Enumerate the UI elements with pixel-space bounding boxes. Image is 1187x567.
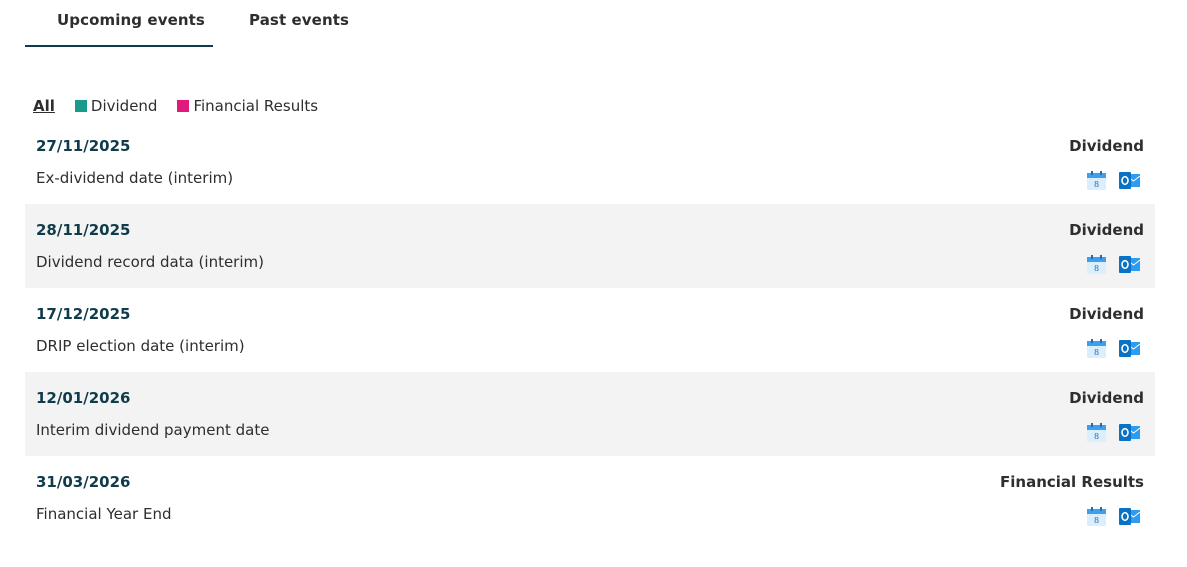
tab-past-events[interactable]: Past events (249, 11, 349, 29)
active-tab-indicator (25, 45, 213, 47)
dividend-swatch (74, 100, 87, 112)
svg-text:8: 8 (1094, 432, 1099, 441)
svg-text:8: 8 (1094, 264, 1099, 273)
event-row: 17/12/2025 DRIP election date (interim) … (25, 288, 1155, 372)
ical-calendar-icon[interactable]: 8 (1086, 338, 1107, 359)
event-date: 27/11/2025 (36, 137, 131, 155)
event-list: 27/11/2025 Ex-dividend date (interim) Di… (25, 120, 1155, 540)
event-category: Financial Results (1000, 473, 1144, 491)
ical-calendar-icon[interactable]: 8 (1086, 506, 1107, 527)
ical-calendar-icon[interactable]: 8 (1086, 170, 1107, 191)
event-category: Dividend (1069, 305, 1144, 323)
svg-text:8: 8 (1094, 348, 1099, 357)
filter-dividend-label: Dividend (90, 97, 158, 115)
event-actions: 8 (1086, 254, 1140, 275)
event-row: 28/11/2025 Dividend record data (interim… (25, 204, 1155, 288)
event-tabs: Upcoming events Past events (25, 0, 425, 48)
outlook-icon[interactable] (1119, 254, 1140, 275)
outlook-icon[interactable] (1119, 338, 1140, 359)
event-title: Interim dividend payment date (36, 421, 270, 439)
event-title: Dividend record data (interim) (36, 253, 264, 271)
outlook-icon[interactable] (1119, 422, 1140, 443)
svg-text:8: 8 (1094, 516, 1099, 525)
ical-calendar-icon[interactable]: 8 (1086, 422, 1107, 443)
event-date: 17/12/2025 (36, 305, 131, 323)
event-date: 31/03/2026 (36, 473, 131, 491)
event-title: DRIP election date (interim) (36, 337, 245, 355)
filter-financial-results[interactable]: Financial Results (177, 97, 318, 115)
svg-text:8: 8 (1094, 180, 1099, 189)
outlook-icon[interactable] (1119, 170, 1140, 191)
event-actions: 8 (1086, 170, 1140, 191)
filter-all[interactable]: All (33, 97, 55, 115)
event-category: Dividend (1069, 389, 1144, 407)
ical-calendar-icon[interactable]: 8 (1086, 254, 1107, 275)
outlook-icon[interactable] (1119, 506, 1140, 527)
event-category: Dividend (1069, 221, 1144, 239)
event-category: Dividend (1069, 137, 1144, 155)
event-row: 27/11/2025 Ex-dividend date (interim) Di… (25, 120, 1155, 204)
category-filters: All Dividend Financial Results (33, 96, 338, 116)
event-actions: 8 (1086, 338, 1140, 359)
event-row: 31/03/2026 Financial Year End Financial … (25, 456, 1155, 540)
event-row: 12/01/2026 Interim dividend payment date… (25, 372, 1155, 456)
event-title: Financial Year End (36, 505, 172, 523)
event-actions: 8 (1086, 506, 1140, 527)
event-date: 12/01/2026 (36, 389, 131, 407)
filter-dividend[interactable]: Dividend (74, 97, 158, 115)
event-actions: 8 (1086, 422, 1140, 443)
tab-upcoming-events[interactable]: Upcoming events (57, 11, 205, 29)
event-date: 28/11/2025 (36, 221, 131, 239)
filter-financial-results-label: Financial Results (193, 97, 319, 115)
event-title: Ex-dividend date (interim) (36, 169, 234, 187)
financial-results-swatch (177, 100, 190, 112)
